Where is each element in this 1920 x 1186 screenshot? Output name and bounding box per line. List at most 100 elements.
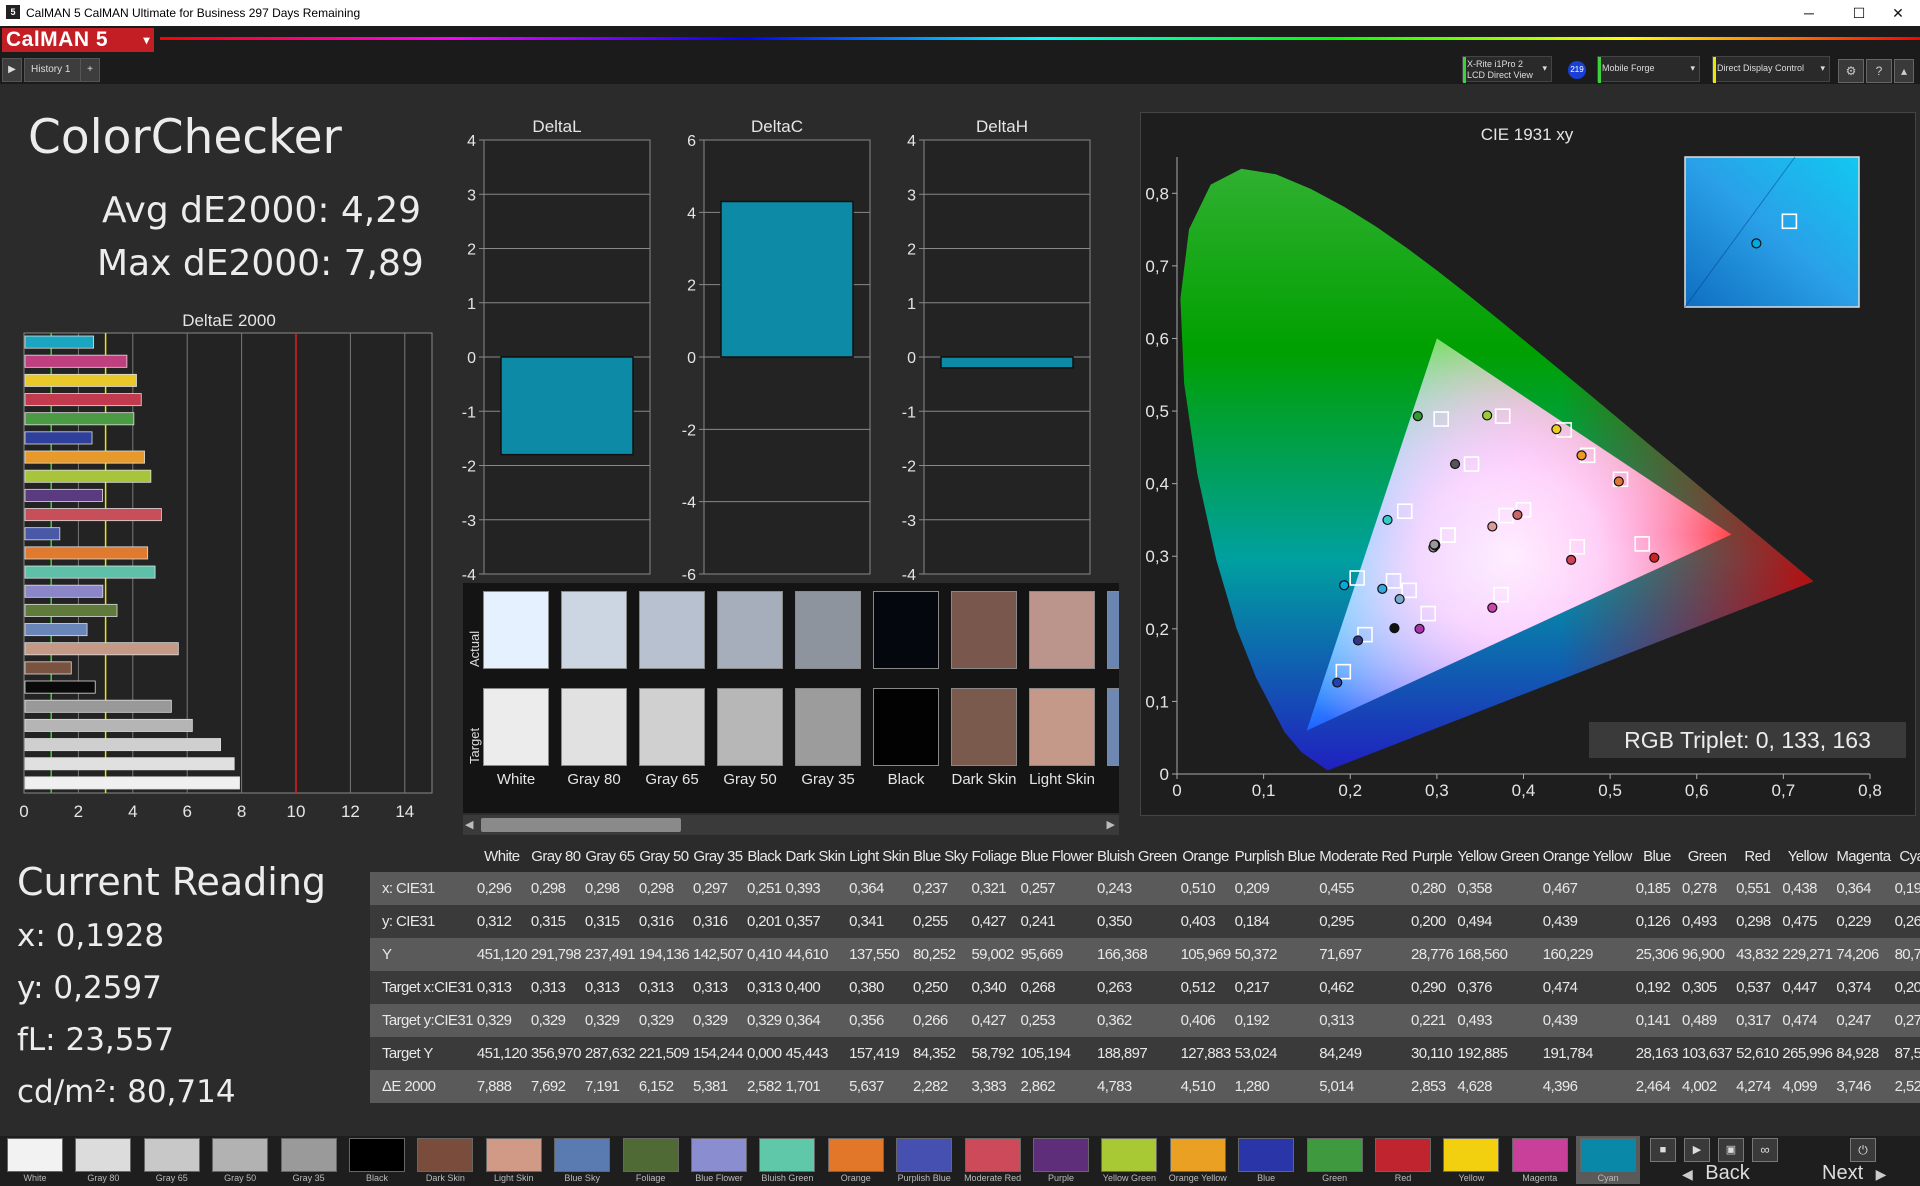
deltal-tick-label: 2 (467, 242, 476, 259)
column-header[interactable]: Cyan (1892, 840, 1920, 872)
table-cell: 0,270 (1892, 1004, 1920, 1037)
actual-patch (951, 591, 1017, 669)
column-header[interactable]: Green (1680, 840, 1735, 872)
palette-swatch[interactable]: Orange Yellow (1166, 1136, 1230, 1184)
palette-swatch[interactable]: Cyan (1576, 1136, 1641, 1184)
stop-icon[interactable]: ■ (1650, 1138, 1676, 1162)
column-header[interactable]: Orange Yellow (1540, 840, 1634, 872)
deltal-bar (500, 356, 634, 456)
power-icon[interactable]: ⏻ (1850, 1138, 1876, 1162)
table-cell: 4,628 (1455, 1070, 1541, 1103)
column-header[interactable]: Purplish Blue (1232, 840, 1318, 872)
column-header[interactable]: Moderate Red (1317, 840, 1410, 872)
table-cell: 0,439 (1540, 905, 1634, 938)
column-header[interactable]: Yellow (1780, 840, 1835, 872)
deltal-tick-label: 3 (467, 187, 476, 204)
palette-swatch[interactable]: Moderate Red (961, 1136, 1025, 1184)
palette-swatch[interactable]: Red (1371, 1136, 1435, 1184)
column-header[interactable]: Gray 80 (528, 840, 583, 872)
palette-swatch[interactable]: Dark Skin (413, 1136, 477, 1184)
column-header[interactable]: Gray 35 (690, 840, 745, 872)
deltal-tick-label: -4 (462, 567, 476, 580)
scrollbar-thumb[interactable] (481, 818, 681, 832)
column-header[interactable]: Red (1734, 840, 1781, 872)
source-selector[interactable]: Mobile Forge ▾ (1597, 56, 1700, 83)
table-cell: 84,249 (1317, 1037, 1410, 1070)
column-header[interactable]: Gray 50 (636, 840, 691, 872)
palette-swatch[interactable]: Gray 80 (71, 1136, 135, 1184)
calman-logo-menu[interactable]: CalMAN 5 ▾ (2, 28, 154, 52)
cie-y-tick-label: 0,2 (1145, 620, 1169, 639)
column-header[interactable]: Foliage (969, 840, 1019, 872)
palette-swatch[interactable]: Foliage (619, 1136, 683, 1184)
deltah-tick-label: 1 (907, 296, 916, 313)
palette-swatch[interactable]: Bluish Green (755, 1136, 819, 1184)
palette-swatch[interactable]: Gray 35 (277, 1136, 341, 1184)
table-cell: 0,201 (744, 905, 784, 938)
cie-title: CIE 1931 xy (1481, 125, 1574, 144)
target-patch (873, 688, 939, 766)
save-icon[interactable]: ▣ (1718, 1138, 1744, 1162)
palette-swatch[interactable]: Yellow (1439, 1136, 1503, 1184)
column-header[interactable]: Blue Sky (911, 840, 970, 872)
close-button[interactable]: ✕ (1876, 0, 1920, 26)
palette-swatch[interactable]: Yellow Green (1097, 1136, 1161, 1184)
column-header[interactable]: Bluish Green (1095, 840, 1179, 872)
column-header[interactable]: Purple (1409, 840, 1456, 872)
column-header[interactable]: Magenta (1834, 840, 1893, 872)
palette-swatch[interactable]: Magenta (1508, 1136, 1572, 1184)
column-header[interactable] (370, 840, 475, 872)
maximize-button[interactable]: ☐ (1837, 0, 1881, 26)
help-icon[interactable]: ? (1866, 59, 1892, 83)
next-button[interactable]: Next ▶ (1822, 1162, 1918, 1184)
column-header[interactable]: Blue Flower (1018, 840, 1096, 872)
add-tab-icon[interactable]: + (80, 58, 100, 82)
table-cell: 0,278 (1680, 872, 1735, 905)
palette-swatch[interactable]: Orange (824, 1136, 888, 1184)
table-cell: 142,507 (690, 938, 745, 971)
palette-swatch[interactable]: Green (1303, 1136, 1367, 1184)
play-icon[interactable]: ▶ (2, 58, 22, 82)
display-selector[interactable]: Direct Display Control ▾ (1712, 56, 1830, 83)
column-header[interactable]: Dark Skin (783, 840, 848, 872)
scroll-right-icon[interactable]: ▶ (1107, 818, 1115, 831)
palette-swatch[interactable]: Blue Flower (687, 1136, 751, 1184)
table-cell: 0,305 (1680, 971, 1735, 1004)
column-header[interactable]: White (474, 840, 529, 872)
cie-chart: CIE 1931 xy 0 0,1 0,2 0,3 0,4 0,5 0,6 0,7 0,8 0 0,… (1145, 125, 1881, 800)
palette-swatch[interactable]: Purple (1029, 1136, 1093, 1184)
deltac-tick-label: -4 (682, 495, 696, 512)
table-cell: 291,798 (528, 938, 583, 971)
palette-swatch[interactable]: Blue (1234, 1136, 1298, 1184)
palette-swatch[interactable]: White (3, 1136, 67, 1184)
minimize-button[interactable]: ─ (1787, 0, 1831, 26)
table-cell: 95,669 (1018, 938, 1096, 971)
play-icon[interactable]: ▶ (1684, 1138, 1710, 1162)
scroll-left-icon[interactable]: ◀ (465, 818, 473, 831)
scroll-up-icon[interactable]: ▴ (1894, 59, 1914, 83)
palette-swatch[interactable]: Gray 50 (208, 1136, 272, 1184)
column-header[interactable]: Orange (1178, 840, 1233, 872)
cie-y-tick-label: 0 (1160, 765, 1169, 784)
column-header[interactable]: Gray 65 (582, 840, 637, 872)
gear-icon[interactable]: ⚙ (1838, 59, 1864, 83)
results-table-wrap: White Gray 80 Gray 65 Gray 50 Gray 35 Black Da… (370, 840, 1920, 1104)
patch-scrollbar[interactable]: ◀ ▶ (463, 815, 1119, 835)
tab-history-1[interactable]: History 1 (24, 58, 82, 82)
column-header[interactable]: Blue (1633, 840, 1681, 872)
meter-selector[interactable]: X-Rite i1Pro 2 LCD Direct View ▾ (1462, 56, 1552, 83)
palette-swatch[interactable]: Gray 65 (140, 1136, 204, 1184)
swatch-label: Blue Sky (564, 1173, 600, 1183)
deltae-tick-label: 12 (341, 802, 360, 821)
column-header[interactable]: Black (744, 840, 784, 872)
palette-swatch[interactable]: Purplish Blue (892, 1136, 956, 1184)
column-header[interactable]: Light Skin (847, 840, 912, 872)
palette-swatch[interactable]: Blue Sky (550, 1136, 614, 1184)
loop-icon[interactable]: ∞ (1752, 1138, 1778, 1162)
deltal-tick-label: 0 (467, 350, 476, 367)
table-cell: 0,317 (1734, 1004, 1781, 1037)
palette-swatch[interactable]: Light Skin (482, 1136, 546, 1184)
column-header[interactable]: Yellow Green (1455, 840, 1541, 872)
palette-swatch[interactable]: Black (345, 1136, 409, 1184)
back-button[interactable]: ◀ Back (1682, 1162, 1782, 1184)
